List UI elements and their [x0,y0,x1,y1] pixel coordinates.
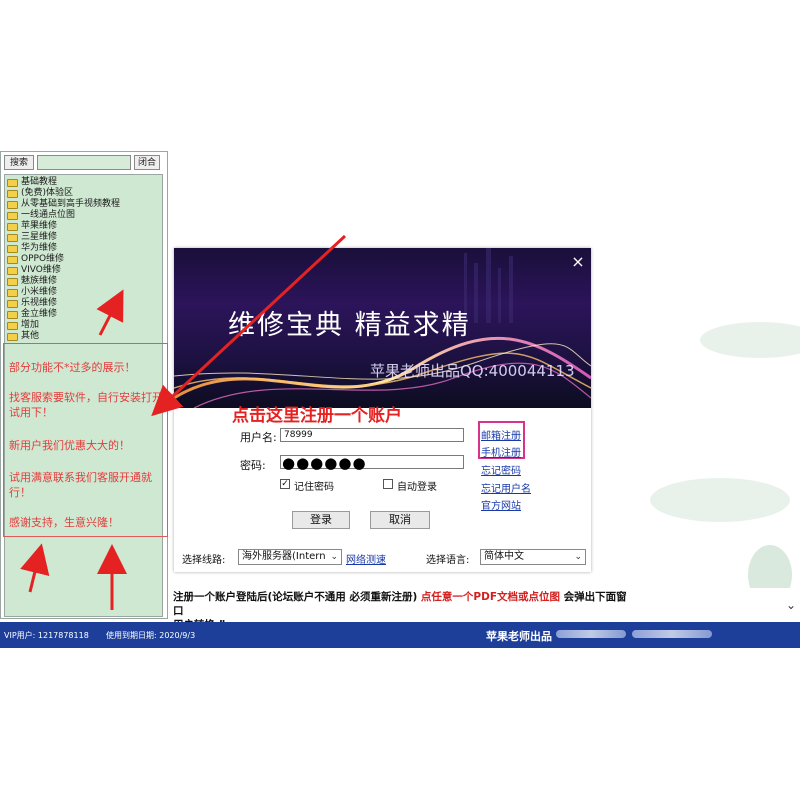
arrow-up-right [96,289,124,336]
annotation-arrows [20,234,347,610]
arrow-up-left [20,543,50,593]
arrow-to-promo [151,234,347,417]
